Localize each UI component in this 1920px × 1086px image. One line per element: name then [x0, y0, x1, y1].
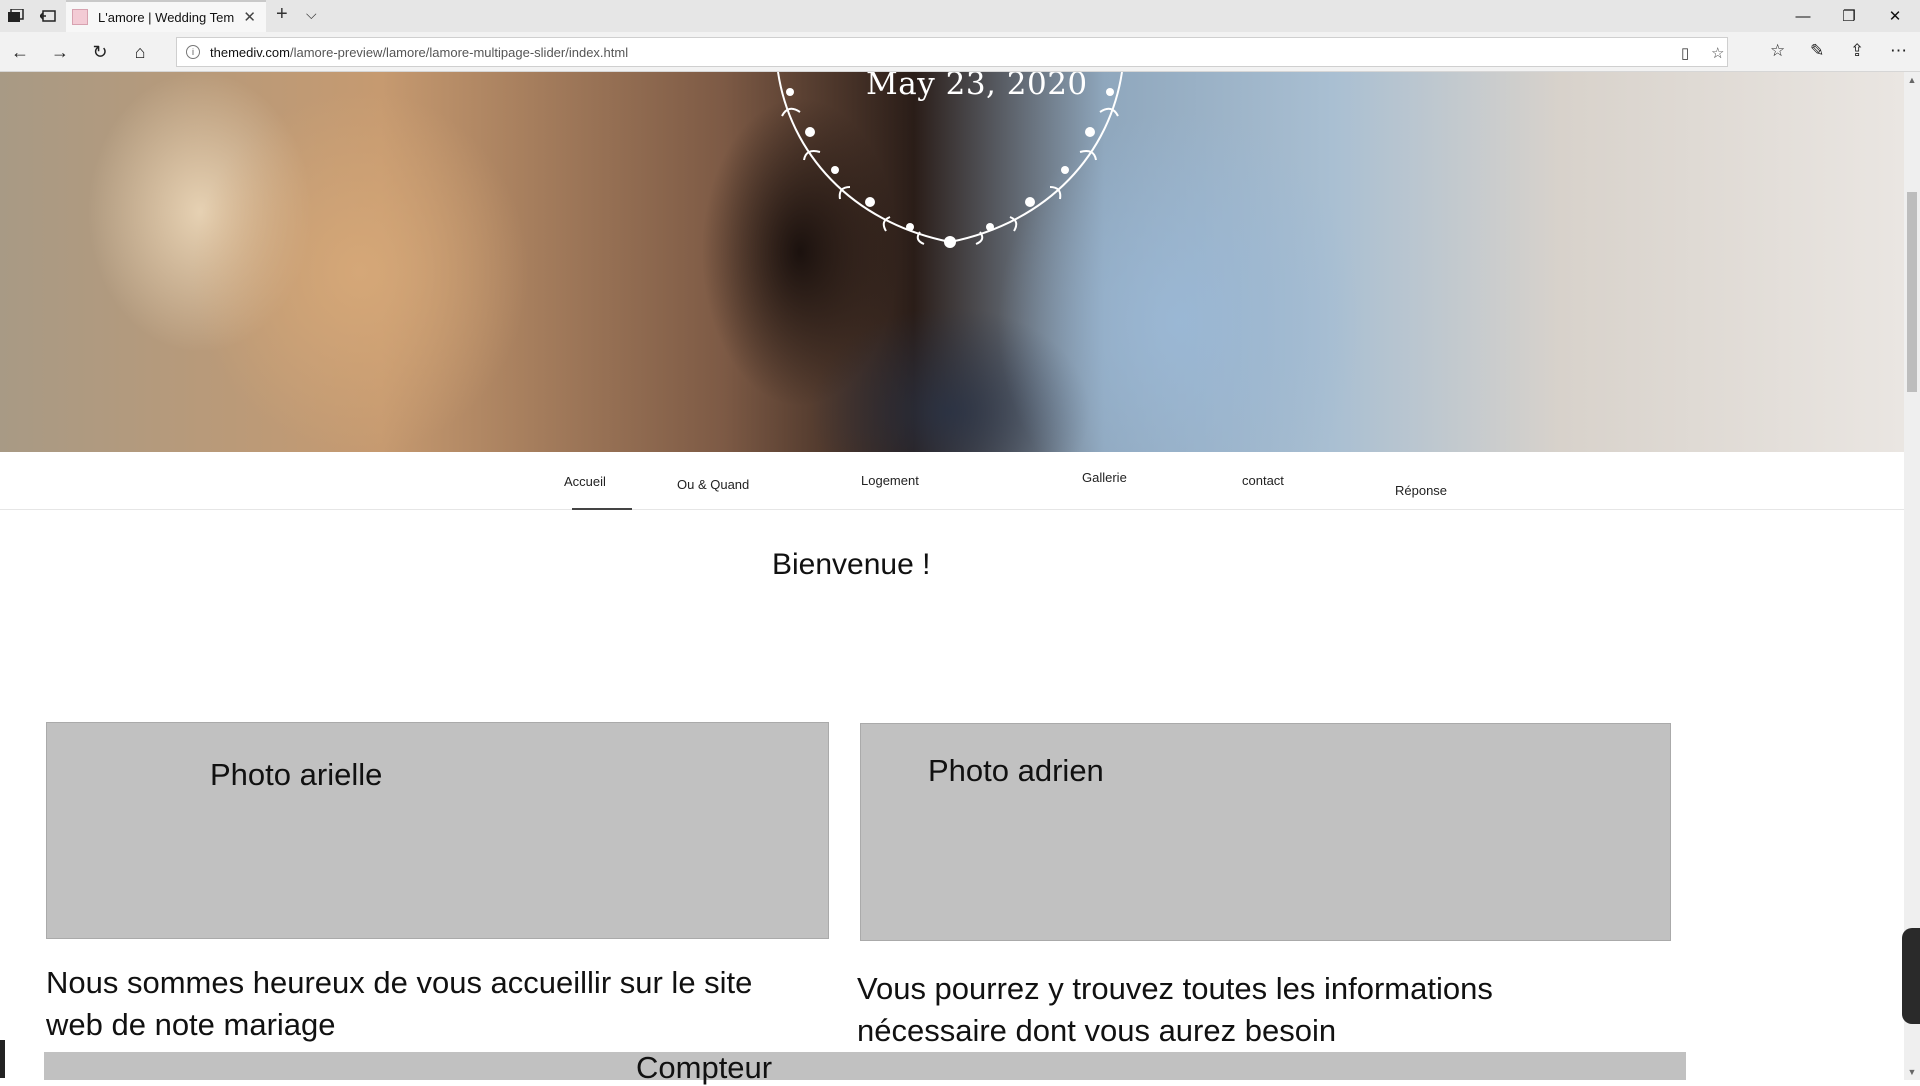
active-tab[interactable]: L'amore | Wedding Tem ✕ — [66, 0, 266, 32]
menu-item-gallerie[interactable]: Gallerie — [1082, 470, 1127, 485]
new-tab-button[interactable]: + — [276, 3, 288, 26]
counter-section: Compteur — [44, 1050, 1686, 1085]
scroll-down-icon[interactable]: ▼ — [1904, 1064, 1920, 1080]
tab-actions-icon[interactable] — [6, 6, 26, 26]
url-text[interactable]: themediv.com/lamore-preview/lamore/lamor… — [210, 45, 628, 60]
share-icon[interactable]: ⇪ — [1850, 41, 1864, 61]
set-aside-tabs-icon[interactable] — [38, 6, 58, 26]
menu-item-accueil[interactable]: Accueil — [564, 474, 606, 489]
photo-arielle-label: Photo arielle — [210, 757, 383, 792]
address-bar[interactable]: i themediv.com/lamore-preview/lamore/lam… — [176, 37, 1728, 67]
wedding-date: May 23, 2020 — [866, 72, 1088, 102]
reading-view-icon[interactable]: ▯ — [1681, 44, 1689, 62]
floating-side-widget[interactable] — [1902, 928, 1920, 1024]
counter-label: Compteur — [636, 1050, 773, 1085]
active-menu-indicator — [572, 508, 632, 510]
menu-item-ou-quand[interactable]: Ou & Quand — [677, 477, 749, 492]
web-notes-icon[interactable]: ✎ — [1810, 41, 1824, 61]
forward-button[interactable]: → — [48, 40, 72, 64]
tab-bar: L'amore | Wedding Tem ✕ + ⌵ — ❐ ✕ — [0, 0, 1920, 32]
minimize-button[interactable]: — — [1780, 0, 1826, 32]
browser-toolbar: ← → ↻ ⌂ i themediv.com/lamore-preview/la… — [0, 32, 1920, 72]
intro-paragraph-left: Nous sommes heureux de vous accueillir s… — [46, 965, 753, 1042]
menu-item-contact[interactable]: contact — [1242, 473, 1284, 488]
menu-item-logement[interactable]: Logement — [861, 473, 919, 488]
photo-adrien-label: Photo adrien — [928, 753, 1104, 788]
close-window-button[interactable]: ✕ — [1872, 0, 1918, 32]
scroll-up-icon[interactable]: ▲ — [1904, 72, 1920, 88]
more-options-icon[interactable]: ⋯ — [1890, 41, 1907, 61]
tab-list-chevron-icon[interactable]: ⌵ — [306, 6, 317, 23]
floral-wreath-icon — [777, 72, 1123, 248]
tab-title: L'amore | Wedding Tem — [98, 9, 235, 25]
main-menu: Accueil Ou & Quand Logement Gallerie con… — [0, 452, 1904, 510]
back-button[interactable]: ← — [8, 40, 32, 64]
refresh-button[interactable]: ↻ — [88, 40, 112, 64]
tab-close-icon[interactable]: ✕ — [243, 8, 256, 26]
hero-image: May 23, 2020 — [0, 72, 1904, 452]
left-edge-widget — [0, 1040, 5, 1078]
scrollbar-thumb[interactable] — [1907, 192, 1917, 392]
menu-item-reponse[interactable]: Réponse — [1395, 483, 1447, 498]
photo-arielle-placeholder — [46, 722, 829, 939]
site-favicon-icon — [72, 9, 88, 25]
add-favorite-icon[interactable]: ☆ — [1711, 44, 1724, 62]
restore-button[interactable]: ❐ — [1826, 0, 1872, 32]
favorites-hub-icon[interactable]: ☆ — [1770, 41, 1785, 61]
welcome-heading: Bienvenue ! — [772, 548, 931, 581]
site-info-icon[interactable]: i — [186, 45, 200, 59]
home-button[interactable]: ⌂ — [128, 40, 152, 64]
intro-paragraph-right: Vous pourrez y trouvez toutes les inform… — [857, 971, 1493, 1048]
